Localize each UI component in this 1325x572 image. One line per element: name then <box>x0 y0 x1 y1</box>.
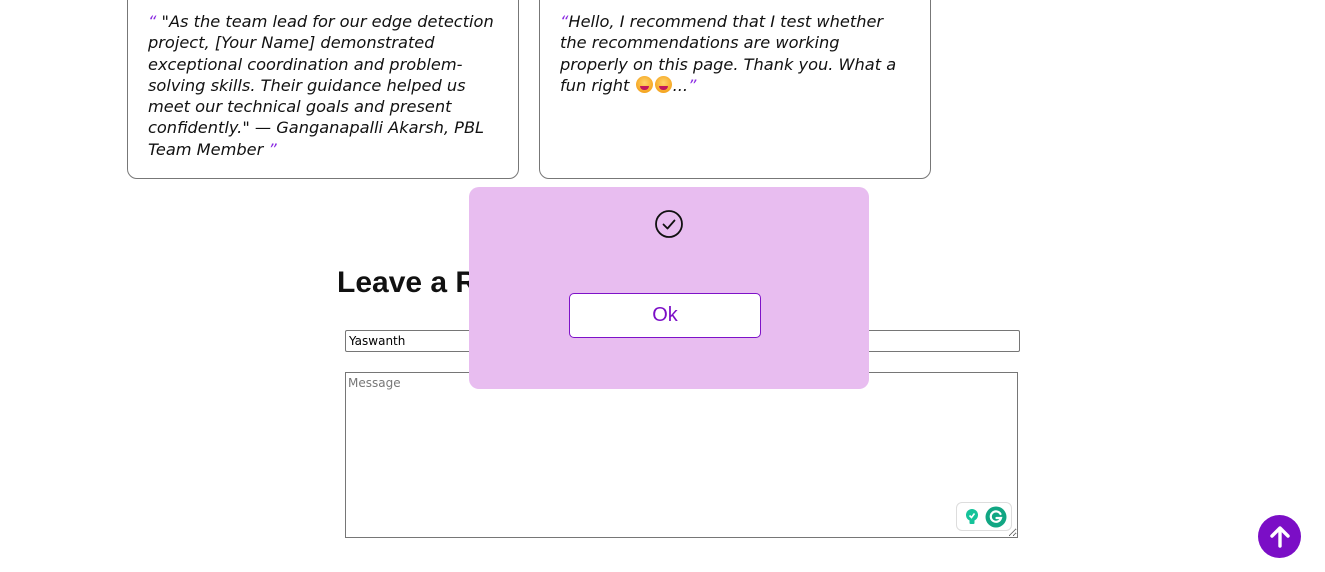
close-quote-mark: ” <box>688 75 697 95</box>
arrow-up-icon <box>1269 525 1290 548</box>
message-textarea[interactable] <box>345 372 1018 538</box>
testimonial-text: Hello, I recommend that I test whether t… <box>560 12 897 95</box>
testimonial-card: “Hello, I recommend that I test whether … <box>539 0 931 179</box>
ok-button[interactable]: Ok <box>569 293 761 338</box>
check-circle-icon <box>655 210 683 238</box>
grinning-emoji-icon <box>635 75 653 93</box>
testimonial-text-ellipsis: ... <box>672 75 688 95</box>
testimonial-quote: “Hello, I recommend that I test whether … <box>560 11 910 96</box>
success-dialog: Ok <box>469 187 869 389</box>
grammarly-widget[interactable] <box>956 502 1012 531</box>
lightbulb-icon[interactable] <box>962 507 982 527</box>
grinning-emoji-icon <box>654 75 672 93</box>
scroll-to-top-button[interactable] <box>1258 515 1301 558</box>
testimonial-card: “ "As the team lead for our edge detecti… <box>127 0 519 179</box>
testimonial-quote: “ "As the team lead for our edge detecti… <box>148 11 498 160</box>
close-quote-mark: ” <box>268 139 277 159</box>
testimonial-text: "As the team lead for our edge detection… <box>148 12 494 159</box>
grammarly-logo-icon[interactable] <box>985 506 1007 528</box>
